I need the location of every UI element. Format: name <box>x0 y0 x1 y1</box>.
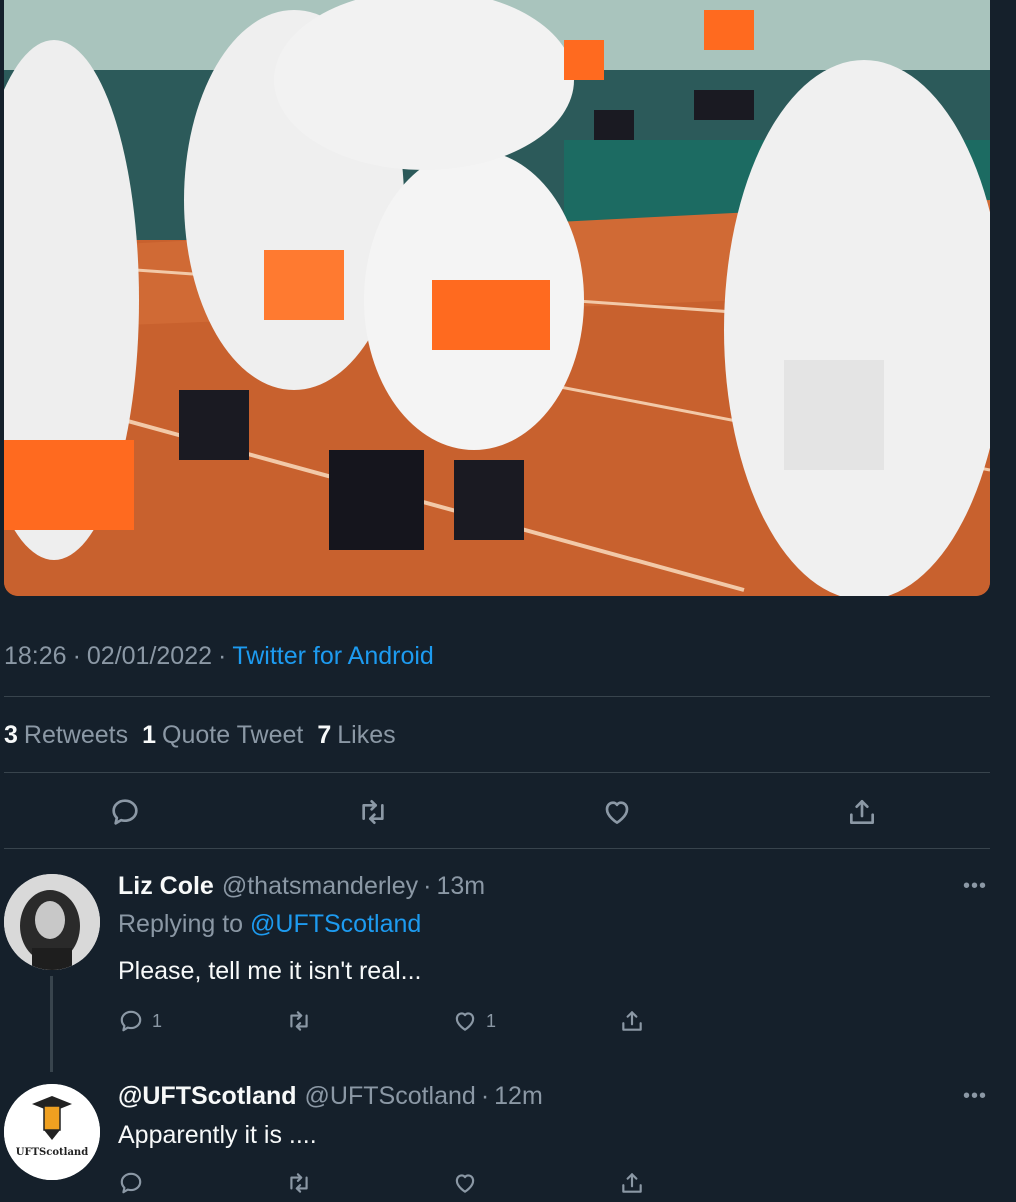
reply-header: Liz Cole @thatsmanderley · 13m <box>118 870 485 902</box>
likes-count: 7 <box>317 720 332 749</box>
like-button[interactable]: 1 <box>452 1006 496 1036</box>
like-icon <box>455 1174 475 1193</box>
more-icon: ••• <box>962 1084 987 1107</box>
reply-button[interactable] <box>103 790 147 834</box>
tweet-stats: 3 Retweets 1 Quote Tweet 7 Likes <box>4 718 410 752</box>
likes-stat[interactable]: 7 Likes <box>317 721 395 750</box>
share-button[interactable] <box>619 1168 645 1198</box>
avatar[interactable] <box>4 874 100 970</box>
retweets-label: Retweets <box>23 720 129 749</box>
replying-to-line: Replying to @UFTScotland <box>118 910 421 939</box>
reply-icon <box>112 799 138 825</box>
separator-dot: · <box>423 871 432 900</box>
divider <box>4 848 990 849</box>
share-button[interactable] <box>619 1006 645 1036</box>
retweet-button[interactable] <box>286 1006 312 1036</box>
tweet-detail-page: 18:26 · 02/01/2022 · Twitter for Android… <box>0 0 1016 1202</box>
replying-to-label: Replying to <box>118 910 244 938</box>
retweet-icon <box>290 1173 308 1193</box>
quote-tweets-label: Quote Tweet <box>162 720 304 749</box>
retweets-stat[interactable]: 3 Retweets <box>4 721 128 750</box>
divider <box>4 696 990 697</box>
reply-time[interactable]: 12m <box>494 1082 543 1111</box>
retweet-icon <box>290 1011 308 1031</box>
divider <box>4 772 990 773</box>
like-icon <box>455 1012 475 1031</box>
tweet-date[interactable]: 02/01/2022 <box>87 642 212 671</box>
like-count: 1 <box>486 1010 497 1031</box>
reply-text: Please, tell me it isn't real... <box>118 957 422 985</box>
share-icon <box>622 1011 642 1031</box>
share-button[interactable] <box>840 790 884 834</box>
separator-dot: · <box>72 641 81 670</box>
user-handle[interactable]: @thatsmanderley <box>222 872 418 901</box>
video-frame-image <box>4 0 990 596</box>
replying-to-mention[interactable]: @UFTScotland <box>250 910 421 938</box>
retweet-button[interactable] <box>286 1168 312 1198</box>
like-button[interactable] <box>452 1168 478 1198</box>
user-handle[interactable]: @UFTScotland <box>305 1082 476 1111</box>
display-name[interactable]: @UFTScotland <box>118 1082 297 1111</box>
profile-photo <box>4 874 100 970</box>
uftscotland-logo <box>4 1084 100 1180</box>
avatar-logo-text: UFTScotland <box>15 1147 89 1158</box>
reply-text: Apparently it is .... <box>118 1121 317 1149</box>
quote-tweets-stat[interactable]: 1 Quote Tweet <box>142 721 303 750</box>
reply-time[interactable]: 13m <box>436 872 485 901</box>
reply-action-bar: 1 1 <box>0 1006 1016 1036</box>
reply-icon <box>120 1010 142 1032</box>
tweet-video-media[interactable] <box>4 0 990 596</box>
retweets-count: 3 <box>4 720 18 749</box>
likes-label: Likes <box>337 720 396 749</box>
retweet-button[interactable] <box>351 790 395 834</box>
like-icon <box>605 801 629 824</box>
tweet-time[interactable]: 18:26 <box>4 642 67 671</box>
reply-button[interactable] <box>118 1168 144 1198</box>
retweet-icon <box>362 800 384 824</box>
more-options-button[interactable]: ••• <box>958 1084 992 1107</box>
reply-button[interactable]: 1 <box>118 1006 162 1036</box>
reply-header: @UFTScotland @UFTScotland · 12m <box>118 1080 543 1112</box>
share-icon <box>622 1173 642 1193</box>
reply-icon <box>120 1172 142 1194</box>
separator-dot: · <box>218 641 227 670</box>
share-icon <box>850 800 874 824</box>
quote-tweets-count: 1 <box>142 720 157 749</box>
tweet-source-link[interactable]: Twitter for Android <box>232 642 433 671</box>
display-name[interactable]: Liz Cole <box>118 872 214 901</box>
tweet-action-bar <box>0 790 1016 834</box>
like-button[interactable] <box>595 790 639 834</box>
reply-action-bar <box>0 1168 1016 1198</box>
avatar[interactable]: UFTScotland <box>4 1084 100 1180</box>
more-options-button[interactable]: ••• <box>958 874 992 897</box>
tweet-timestamp-line: 18:26 · 02/01/2022 · Twitter for Android <box>4 640 434 672</box>
separator-dot: · <box>480 1081 490 1110</box>
more-icon: ••• <box>962 874 987 897</box>
reply-count: 1 <box>152 1010 163 1031</box>
